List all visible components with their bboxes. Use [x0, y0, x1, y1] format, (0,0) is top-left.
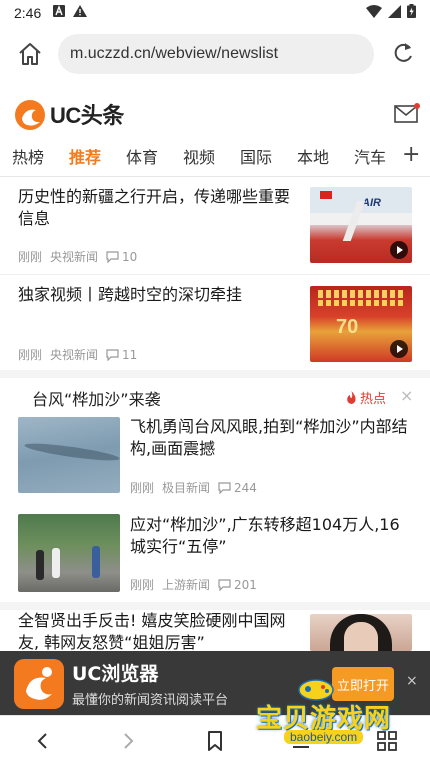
- news-time: 刚刚: [130, 481, 155, 495]
- home-button[interactable]: [16, 40, 44, 68]
- battery-icon: [407, 4, 416, 22]
- channel-tabs: 热榜 推荐 体育 视频 国际 本地 汽车 +: [0, 140, 430, 172]
- warning-icon: [73, 5, 88, 21]
- comment-count: 11: [106, 348, 145, 362]
- news-thumbnail: [18, 514, 120, 592]
- news-meta: 刚刚 央视新闻 11: [18, 346, 153, 363]
- tabs-divider: [0, 176, 430, 177]
- uc-headline-logo[interactable]: UC头条: [12, 96, 124, 132]
- news-meta: 刚刚 央视新闻 10: [18, 248, 153, 265]
- chevron-left-icon: [37, 733, 47, 749]
- comment-count: 10: [106, 250, 145, 264]
- bookmark-button[interactable]: [202, 728, 228, 754]
- topic-news-item[interactable]: 飞机勇闯台风风眼,拍到“桦加沙”内部结构,画面震撼 刚刚 极目新闻 244: [0, 416, 430, 512]
- status-time: 2:46: [14, 5, 42, 21]
- hot-badge: 热点: [346, 388, 386, 407]
- flame-icon: [347, 391, 356, 404]
- bottom-navigation: [0, 715, 430, 766]
- brand-header: UC头条: [0, 92, 430, 136]
- news-thumbnail: AIR: [310, 187, 412, 263]
- section-divider: [0, 602, 430, 610]
- uc-browser-app-icon: [14, 659, 64, 709]
- add-channel-button[interactable]: +: [402, 140, 420, 170]
- uc-squirrel-icon: [15, 100, 45, 130]
- comment-count: 201: [218, 578, 265, 592]
- news-source: 极目新闻: [162, 481, 211, 495]
- url-bar-row: m.uczzd.cn/webview/newslist: [0, 26, 430, 82]
- tab-recommend[interactable]: 推荐: [69, 144, 101, 168]
- chevron-right-icon: [124, 733, 134, 749]
- screen: 2:46 m.uczzd.cn/webview/newslist UC头条 热榜…: [0, 0, 430, 766]
- message-button[interactable]: [394, 102, 420, 124]
- reload-button[interactable]: [390, 40, 416, 66]
- comment-icon: [106, 250, 119, 263]
- tab-sports[interactable]: 体育: [126, 144, 158, 168]
- news-time: 刚刚: [18, 348, 43, 362]
- menu-icon: [293, 734, 309, 748]
- logo-text: UC头条: [50, 103, 124, 128]
- news-item[interactable]: 独家视频丨跨越时空的深切牵挂 刚刚 央视新闻 11 70: [0, 275, 430, 370]
- news-thumbnail: [18, 417, 120, 493]
- banner-close-button[interactable]: ×: [406, 673, 418, 689]
- bookmark-icon: [208, 731, 222, 751]
- address-bar[interactable]: m.uczzd.cn/webview/newslist: [58, 34, 374, 74]
- address-text: m.uczzd.cn/webview/newslist: [70, 45, 279, 62]
- news-title: 全智贤出手反击! 嬉皮笑脸硬刚中国网友, 韩网友怒赞“姐姐厉害”: [18, 611, 286, 652]
- app-download-banner[interactable]: UC浏览器 最懂你的新闻资讯阅读平台 立即打开 ×: [0, 651, 430, 715]
- news-meta: 刚刚 上游新闻 201: [130, 576, 273, 593]
- signal-icon: [388, 4, 401, 22]
- news-source: 央视新闻: [50, 348, 99, 362]
- back-button[interactable]: [30, 728, 56, 754]
- tab-hot[interactable]: 热榜: [12, 144, 44, 168]
- news-thumbnail: [310, 614, 412, 651]
- menu-button[interactable]: [288, 728, 314, 754]
- forward-button[interactable]: [115, 728, 141, 754]
- topic-close-button[interactable]: ×: [400, 386, 413, 405]
- news-title: 飞机勇闯台风风眼,拍到“桦加沙”内部结构,画面震撼: [130, 417, 408, 458]
- play-icon: [390, 241, 408, 259]
- news-item[interactable]: 历史性的新疆之行开启，传递哪些重要信息 刚刚 央视新闻 10 AIR: [0, 178, 430, 274]
- home-icon: [19, 43, 41, 65]
- reload-icon: [394, 43, 412, 62]
- notification-a-icon: [53, 5, 66, 21]
- app-description: 最懂你的新闻资讯阅读平台: [72, 693, 229, 708]
- news-meta: 刚刚 极目新闻 244: [130, 479, 273, 496]
- comment-icon: [218, 578, 231, 591]
- mail-icon: [394, 103, 420, 123]
- tab-video[interactable]: 视频: [183, 144, 215, 168]
- status-bar: 2:46: [0, 0, 430, 26]
- tab-international[interactable]: 国际: [240, 144, 272, 168]
- grid-icon: [377, 731, 397, 751]
- news-title: 独家视频丨跨越时空的深切牵挂: [18, 285, 243, 304]
- tab-auto[interactable]: 汽车: [354, 144, 386, 168]
- topic-header[interactable]: 台风“桦加沙”来袭 热点 ×: [0, 376, 430, 416]
- wifi-icon: [366, 4, 382, 22]
- comment-icon: [218, 481, 231, 494]
- comment-count: 244: [218, 481, 265, 495]
- news-time: 刚刚: [130, 578, 155, 592]
- news-source: 上游新闻: [162, 578, 211, 592]
- news-item[interactable]: 全智贤出手反击! 嬉皮笑脸硬刚中国网友, 韩网友怒赞“姐姐厉害”: [0, 610, 430, 652]
- news-thumbnail: 70: [310, 286, 412, 362]
- news-time: 刚刚: [18, 250, 43, 264]
- comment-icon: [106, 348, 119, 361]
- windows-button[interactable]: [374, 728, 400, 754]
- app-name: UC浏览器: [72, 663, 159, 685]
- play-icon: [390, 340, 408, 358]
- open-app-button[interactable]: 立即打开: [332, 667, 394, 701]
- tab-local[interactable]: 本地: [297, 144, 329, 168]
- news-source: 央视新闻: [50, 250, 99, 264]
- topic-title: 台风“桦加沙”来袭: [32, 390, 161, 409]
- topic-news-item[interactable]: 应对“桦加沙”,广东转移超104万人,16城实行“五停” 刚刚 上游新闻 201: [0, 514, 430, 598]
- news-title: 历史性的新疆之行开启，传递哪些重要信息: [18, 187, 291, 228]
- news-title: 应对“桦加沙”,广东转移超104万人,16城实行“五停”: [130, 515, 400, 556]
